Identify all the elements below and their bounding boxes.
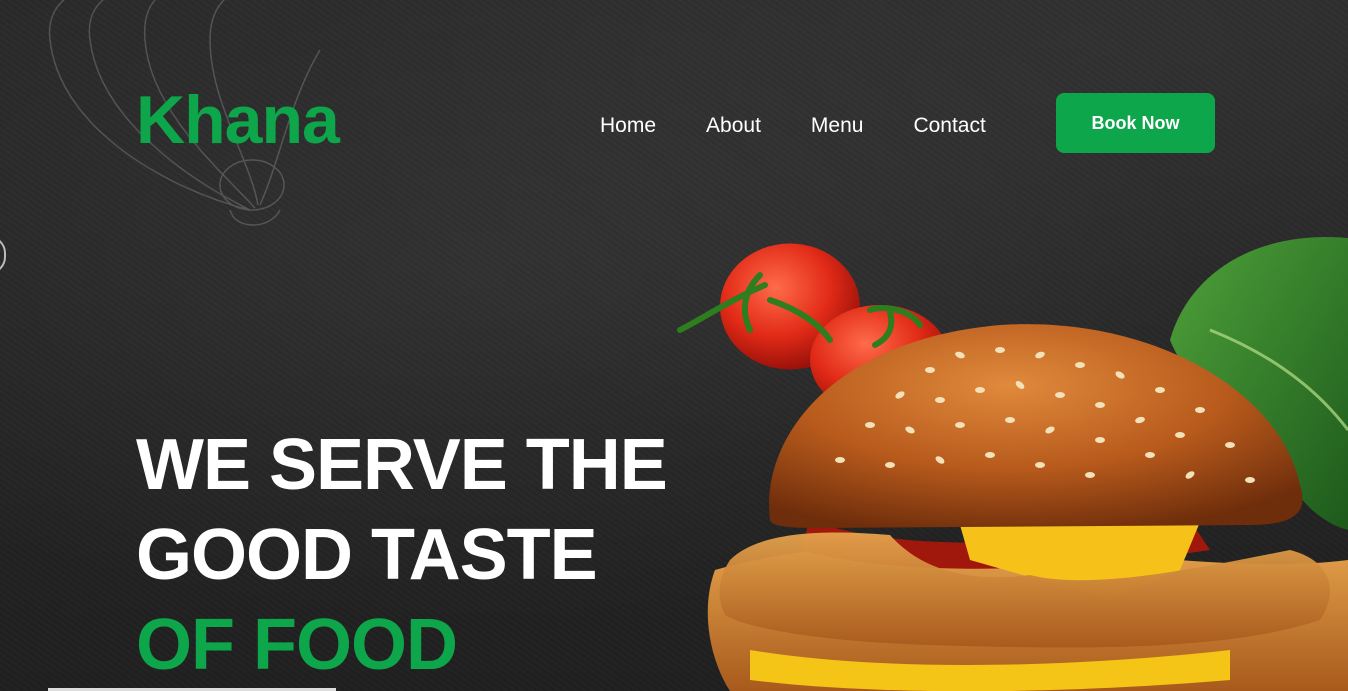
brand-logo[interactable]: Khana xyxy=(136,86,340,154)
main-navigation: Home About Menu Contact xyxy=(600,112,1036,140)
hero-line-3: OF FOOD xyxy=(136,605,458,685)
nav-link-about[interactable]: About xyxy=(706,112,761,140)
hero-headline: WE SERVE THE GOOD TASTE OF FOOD xyxy=(136,420,668,690)
book-now-button[interactable]: Book Now xyxy=(1056,93,1215,153)
nav-link-contact[interactable]: Contact xyxy=(913,112,985,140)
nav-link-home[interactable]: Home xyxy=(600,112,656,140)
nav-link-menu[interactable]: Menu xyxy=(811,112,864,140)
hero-line-1: WE SERVE THE xyxy=(136,425,668,505)
hero-line-2: GOOD TASTE xyxy=(136,515,598,595)
burger-hero-image xyxy=(677,236,1348,691)
